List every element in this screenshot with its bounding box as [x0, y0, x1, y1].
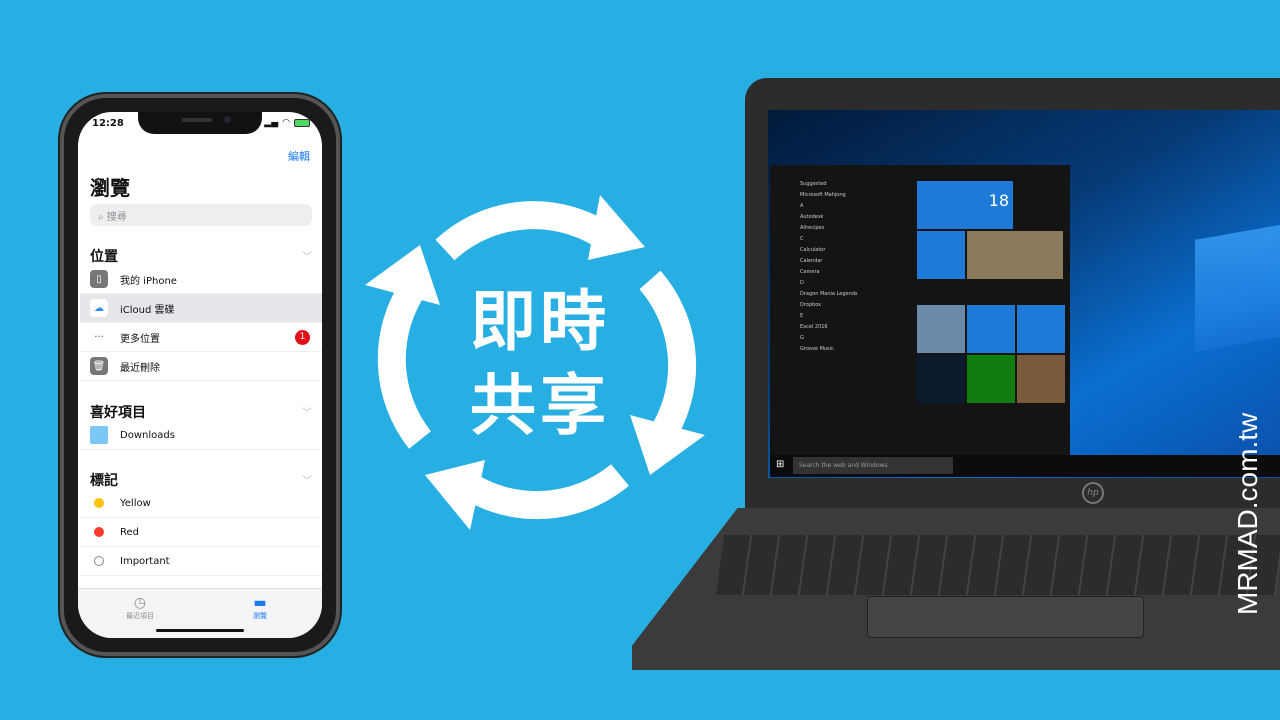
clock-icon: ◷	[133, 595, 147, 611]
section-locations[interactable]: 位置 ﹀	[90, 246, 312, 266]
list-item[interactable]: ··· 更多位置 1	[80, 323, 322, 352]
iphone: 12:28 ▂▄ ◠ 編輯 瀏覽 ⌕ 搜尋 位置 ﹀ ▯ 我的 iPhone ☁ iCl…	[60, 94, 340, 656]
battery-icon	[294, 119, 310, 127]
folder-icon: ▬	[253, 595, 267, 611]
list-item[interactable]: Important	[80, 547, 322, 576]
taskbar-search[interactable]: Search the web and Windows	[793, 457, 953, 474]
windows-logo-wallpaper	[1195, 224, 1280, 352]
taskbar: ⊞ Search the web and Windows	[770, 455, 1280, 477]
keyboard	[715, 535, 1280, 595]
photoshop-tile[interactable]	[917, 355, 965, 403]
maps-tile[interactable]	[1017, 305, 1065, 353]
list-item[interactable]: Red	[80, 518, 322, 547]
start-menu: Suggested Microsoft Mahjong A Autodesk Allre…	[770, 165, 1070, 455]
list-item[interactable]: 🗑 最近刪除	[80, 352, 322, 381]
touchpad	[867, 596, 1144, 638]
empty-tag-icon	[94, 556, 104, 566]
mail-tile[interactable]	[917, 231, 965, 279]
folder-icon	[90, 426, 108, 444]
chevron-down-icon: ﹀	[302, 408, 312, 419]
tab-browse[interactable]: ▬ 瀏覽	[230, 595, 290, 621]
list-item[interactable]: ▯ 我的 iPhone	[80, 265, 322, 294]
xbox-tile[interactable]	[967, 355, 1015, 403]
tab-recents[interactable]: ◷ 最近項目	[110, 595, 170, 621]
list-item[interactable]: ☁ iCloud 雲碟	[80, 294, 322, 323]
section-favorites[interactable]: 喜好項目 ﹀	[90, 402, 312, 422]
yellow-tag-icon	[94, 498, 104, 508]
notification-badge: 1	[295, 330, 310, 345]
edit-button[interactable]: 編輯	[288, 148, 310, 164]
hp-logo: hp	[1082, 482, 1104, 504]
more-icon: ···	[94, 331, 104, 343]
list-item[interactable]: Downloads	[80, 421, 322, 450]
wifi-icon: ◠	[282, 118, 290, 128]
calendar-tile[interactable]: 18	[917, 181, 1013, 229]
trash-icon: 🗑	[90, 357, 108, 375]
weather-tile[interactable]	[917, 305, 965, 353]
notch	[138, 112, 262, 134]
headline: 即時 共享	[470, 283, 610, 444]
section-tags[interactable]: 標記 ﹀	[90, 470, 312, 490]
status-time: 12:28	[92, 118, 124, 129]
files-app-screen: 12:28 ▂▄ ◠ 編輯 瀏覽 ⌕ 搜尋 位置 ﹀ ▯ 我的 iPhone ☁ iCl…	[78, 112, 322, 638]
red-tag-icon	[94, 527, 104, 537]
windows-start-icon[interactable]: ⊞	[776, 459, 784, 470]
store-tile[interactable]	[967, 305, 1015, 353]
signal-icon: ▂▄	[264, 118, 279, 128]
chevron-down-icon: ﹀	[302, 476, 312, 487]
minecraft-tile[interactable]	[1017, 355, 1065, 403]
chevron-down-icon: ﹀	[302, 252, 312, 263]
search-input[interactable]: ⌕ 搜尋	[90, 204, 312, 226]
home-indicator	[156, 629, 244, 632]
list-item[interactable]: Yellow	[80, 489, 322, 518]
icloud-icon: ☁	[90, 299, 108, 317]
watermark: MRMAD.com.tw	[1232, 412, 1263, 615]
search-icon: ⌕	[98, 212, 107, 223]
status-icons: ▂▄ ◠	[264, 118, 310, 128]
app-list: Suggested Microsoft Mahjong A Autodesk Allre…	[800, 181, 858, 352]
page-title: 瀏覽	[90, 176, 130, 200]
iphone-icon: ▯	[90, 270, 108, 288]
photos-tile[interactable]	[967, 231, 1063, 279]
